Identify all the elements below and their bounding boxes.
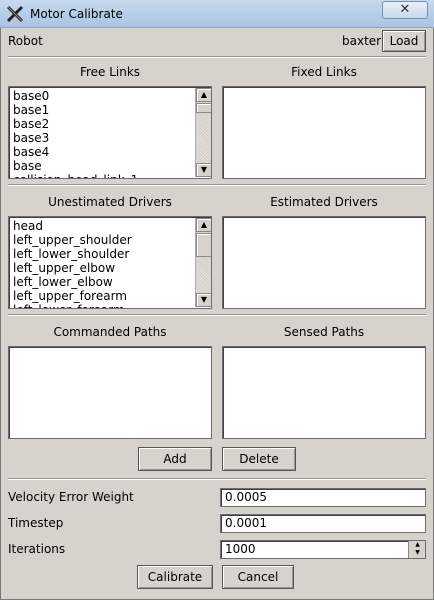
list-item[interactable]: base3 xyxy=(13,131,211,145)
velocity-error-weight-field[interactable]: 0.0005 xyxy=(220,488,426,507)
close-button[interactable]: ✕ xyxy=(382,1,428,19)
scroll-down-icon[interactable]: ▼ xyxy=(196,293,211,307)
list-item[interactable]: base xyxy=(13,159,211,173)
list-item[interactable]: left_upper_shoulder xyxy=(13,233,211,247)
fixed-links-header: Fixed Links xyxy=(291,65,357,79)
list-item[interactable]: base2 xyxy=(13,117,211,131)
separator xyxy=(8,478,426,480)
free-links-scrollbar[interactable]: ▲ ▼ xyxy=(195,88,211,177)
step-down-icon[interactable]: ▼ xyxy=(409,549,426,557)
velocity-error-weight-label: Velocity Error Weight xyxy=(8,490,134,504)
fixed-links-list[interactable] xyxy=(222,86,426,179)
free-links-header: Free Links xyxy=(79,65,141,79)
scroll-down-icon[interactable]: ▼ xyxy=(196,163,211,177)
scrollbar-thumb[interactable] xyxy=(196,103,211,113)
iterations-label: Iterations xyxy=(8,542,66,556)
robot-label: Robot xyxy=(8,34,43,48)
separator xyxy=(8,56,426,58)
scroll-up-icon[interactable]: ▲ xyxy=(196,88,211,102)
list-item[interactable]: head xyxy=(13,219,211,233)
add-button[interactable]: Add xyxy=(138,447,212,471)
list-item[interactable]: left_lower_forearm xyxy=(13,303,211,308)
list-item[interactable]: base0 xyxy=(13,89,211,103)
window-title: Motor Calibrate xyxy=(30,7,123,21)
list-item[interactable]: left_lower_elbow xyxy=(13,275,211,289)
unestimated-drivers-list[interactable]: head left_upper_shoulder left_lower_shou… xyxy=(8,216,212,309)
list-item[interactable]: left_upper_elbow xyxy=(13,261,211,275)
commanded-paths-list[interactable] xyxy=(8,346,212,439)
separator xyxy=(8,314,426,316)
iterations-stepper[interactable]: ▲ ▼ xyxy=(408,541,425,558)
estimated-drivers-header: Estimated Drivers xyxy=(270,195,378,209)
list-item[interactable]: base1 xyxy=(13,103,211,117)
x-app-icon xyxy=(6,5,24,23)
calibrate-button[interactable]: Calibrate xyxy=(137,565,213,589)
commanded-paths-header: Commanded Paths xyxy=(53,325,167,339)
list-item[interactable]: base4 xyxy=(13,145,211,159)
free-links-list[interactable]: base0 base1 base2 base3 base4 base colli… xyxy=(8,86,212,179)
step-up-icon[interactable]: ▲ xyxy=(409,541,426,549)
sensed-paths-list[interactable] xyxy=(222,346,426,439)
list-item[interactable]: collision_head_link_1 xyxy=(13,173,211,178)
unestimated-drivers-scrollbar[interactable]: ▲ ▼ xyxy=(195,218,211,307)
unestimated-drivers-header: Unestimated Drivers xyxy=(48,195,172,209)
cancel-button[interactable]: Cancel xyxy=(222,565,294,589)
timestep-field[interactable]: 0.0001 xyxy=(220,514,426,533)
list-item[interactable]: left_lower_shoulder xyxy=(13,247,211,261)
timestep-label: Timestep xyxy=(8,516,64,530)
estimated-drivers-list[interactable] xyxy=(222,216,426,309)
iterations-spinbox[interactable]: 1000 xyxy=(220,540,426,559)
sensed-paths-header: Sensed Paths xyxy=(283,325,365,339)
scrollbar-thumb[interactable] xyxy=(196,233,211,257)
robot-name: baxter xyxy=(342,34,382,48)
delete-button[interactable]: Delete xyxy=(222,447,296,471)
load-button[interactable]: Load xyxy=(382,30,426,52)
scroll-up-icon[interactable]: ▲ xyxy=(196,218,211,232)
separator xyxy=(8,184,426,186)
list-item[interactable]: left_upper_forearm xyxy=(13,289,211,303)
